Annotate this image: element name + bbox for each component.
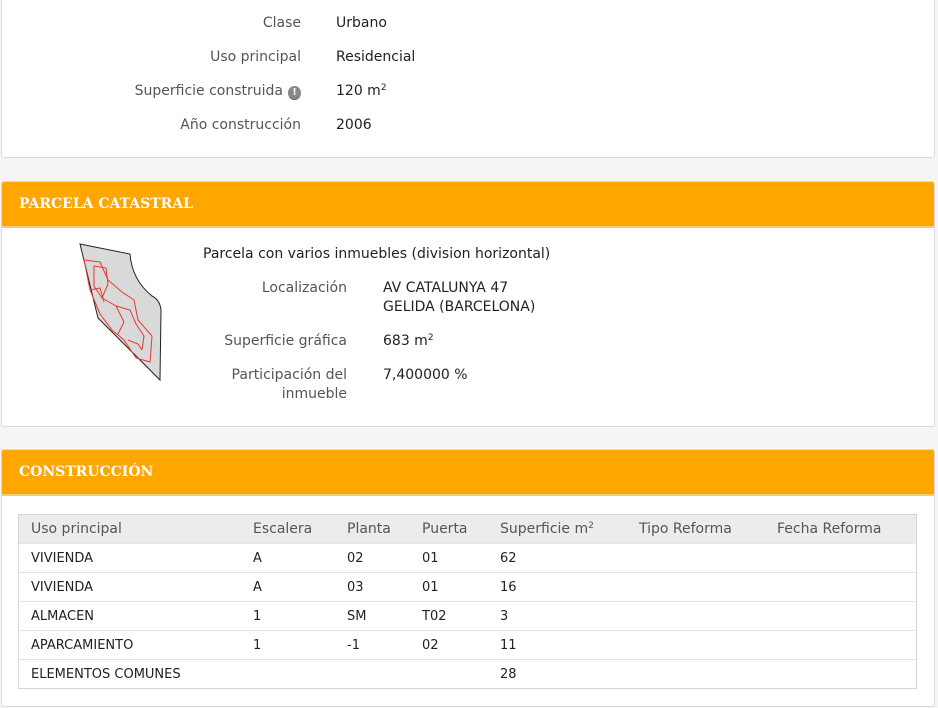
table-row: APARCAMIENTO 1 -1 02 11 (19, 630, 916, 660)
table-row: VIVIENDA A 03 01 16 (19, 572, 916, 602)
cell-tipo-reforma (627, 630, 765, 660)
cell-planta: 02 (335, 543, 410, 573)
participacion-label-1: Participación del (231, 367, 347, 383)
inmueble-panel: Clase Urbano Uso principal Residencial S… (1, 0, 935, 158)
cell-escalera (241, 659, 335, 688)
cell-fecha-reforma (765, 659, 916, 688)
col-escalera: Escalera (241, 515, 335, 544)
participacion-value: 7,400000 % (383, 367, 468, 383)
col-tipo-reforma: Tipo Reforma (627, 515, 765, 544)
cell-tipo-reforma (627, 572, 765, 602)
cell-puerta: 02 (410, 630, 488, 660)
anio-construccion-label: Año construcción (180, 117, 301, 133)
cell-tipo-reforma (627, 659, 765, 688)
cell-puerta: T02 (410, 601, 488, 631)
superficie-grafica-label: Superficie gráfica (224, 333, 347, 349)
superficie-construida-value: 120 m2 (336, 83, 387, 99)
table-row: ALMACEN 1 SM T02 3 (19, 601, 916, 631)
col-fecha-reforma: Fecha Reforma (765, 515, 916, 544)
cell-escalera: 1 (241, 601, 335, 631)
cell-escalera: A (241, 572, 335, 602)
uso-principal-value: Residencial (336, 49, 416, 65)
cell-uso: ELEMENTOS COMUNES (19, 659, 241, 688)
cell-uso: VIVIENDA (19, 543, 241, 573)
cell-fecha-reforma (765, 543, 916, 573)
cell-superficie: 11 (488, 630, 627, 660)
cell-planta: -1 (335, 630, 410, 660)
cell-escalera: A (241, 543, 335, 573)
cell-tipo-reforma (627, 543, 765, 573)
cell-puerta (410, 659, 488, 688)
table-header-row: Uso principal Escalera Planta Puerta Sup… (19, 515, 916, 544)
cell-escalera: 1 (241, 630, 335, 660)
clase-value: Urbano (336, 15, 387, 31)
construccion-table: Uso principal Escalera Planta Puerta Sup… (18, 514, 917, 689)
cell-uso: ALMACEN (19, 601, 241, 631)
cell-tipo-reforma (627, 601, 765, 631)
cell-puerta: 01 (410, 572, 488, 602)
cell-planta: SM (335, 601, 410, 631)
cell-uso: APARCAMIENTO (19, 630, 241, 660)
col-uso-principal: Uso principal (19, 515, 241, 544)
clase-label: Clase (262, 15, 301, 31)
parcela-description: Parcela con varios inmuebles (division h… (203, 246, 551, 262)
cell-fecha-reforma (765, 601, 916, 631)
localizacion-line2: GELIDA (BARCELONA) (383, 299, 536, 315)
anio-construccion-value: 2006 (336, 117, 372, 133)
cell-planta (335, 659, 410, 688)
superficie-grafica-value: 683 m2 (383, 333, 434, 349)
cell-uso: VIVIENDA (19, 572, 241, 602)
cell-superficie: 16 (488, 572, 627, 602)
superficie-construida-label: Superficie construida! (135, 83, 301, 100)
uso-principal-label: Uso principal (210, 49, 301, 65)
cell-superficie: 28 (488, 659, 627, 688)
localizacion-label: Localización (261, 280, 347, 296)
localizacion-line1: AV CATALUNYA 47 (383, 280, 509, 296)
info-icon[interactable]: ! (288, 86, 301, 100)
participacion-label-2: inmueble (281, 386, 347, 402)
parcela-panel: PARCELA CATASTRAL Parcela con varios inm… (1, 181, 935, 427)
table-row: VIVIENDA A 02 01 62 (19, 543, 916, 573)
cell-fecha-reforma (765, 630, 916, 660)
cell-puerta: 01 (410, 543, 488, 573)
col-superficie: Superficie m2 (488, 515, 627, 544)
parcela-title: PARCELA CATASTRAL (2, 182, 934, 228)
col-planta: Planta (335, 515, 410, 544)
cell-superficie: 3 (488, 601, 627, 631)
table-row: ELEMENTOS COMUNES 28 (19, 659, 916, 688)
cell-planta: 03 (335, 572, 410, 602)
col-puerta: Puerta (410, 515, 488, 544)
construccion-title: CONSTRUCCIÓN (2, 450, 934, 496)
cell-superficie: 62 (488, 543, 627, 573)
cell-fecha-reforma (765, 572, 916, 602)
